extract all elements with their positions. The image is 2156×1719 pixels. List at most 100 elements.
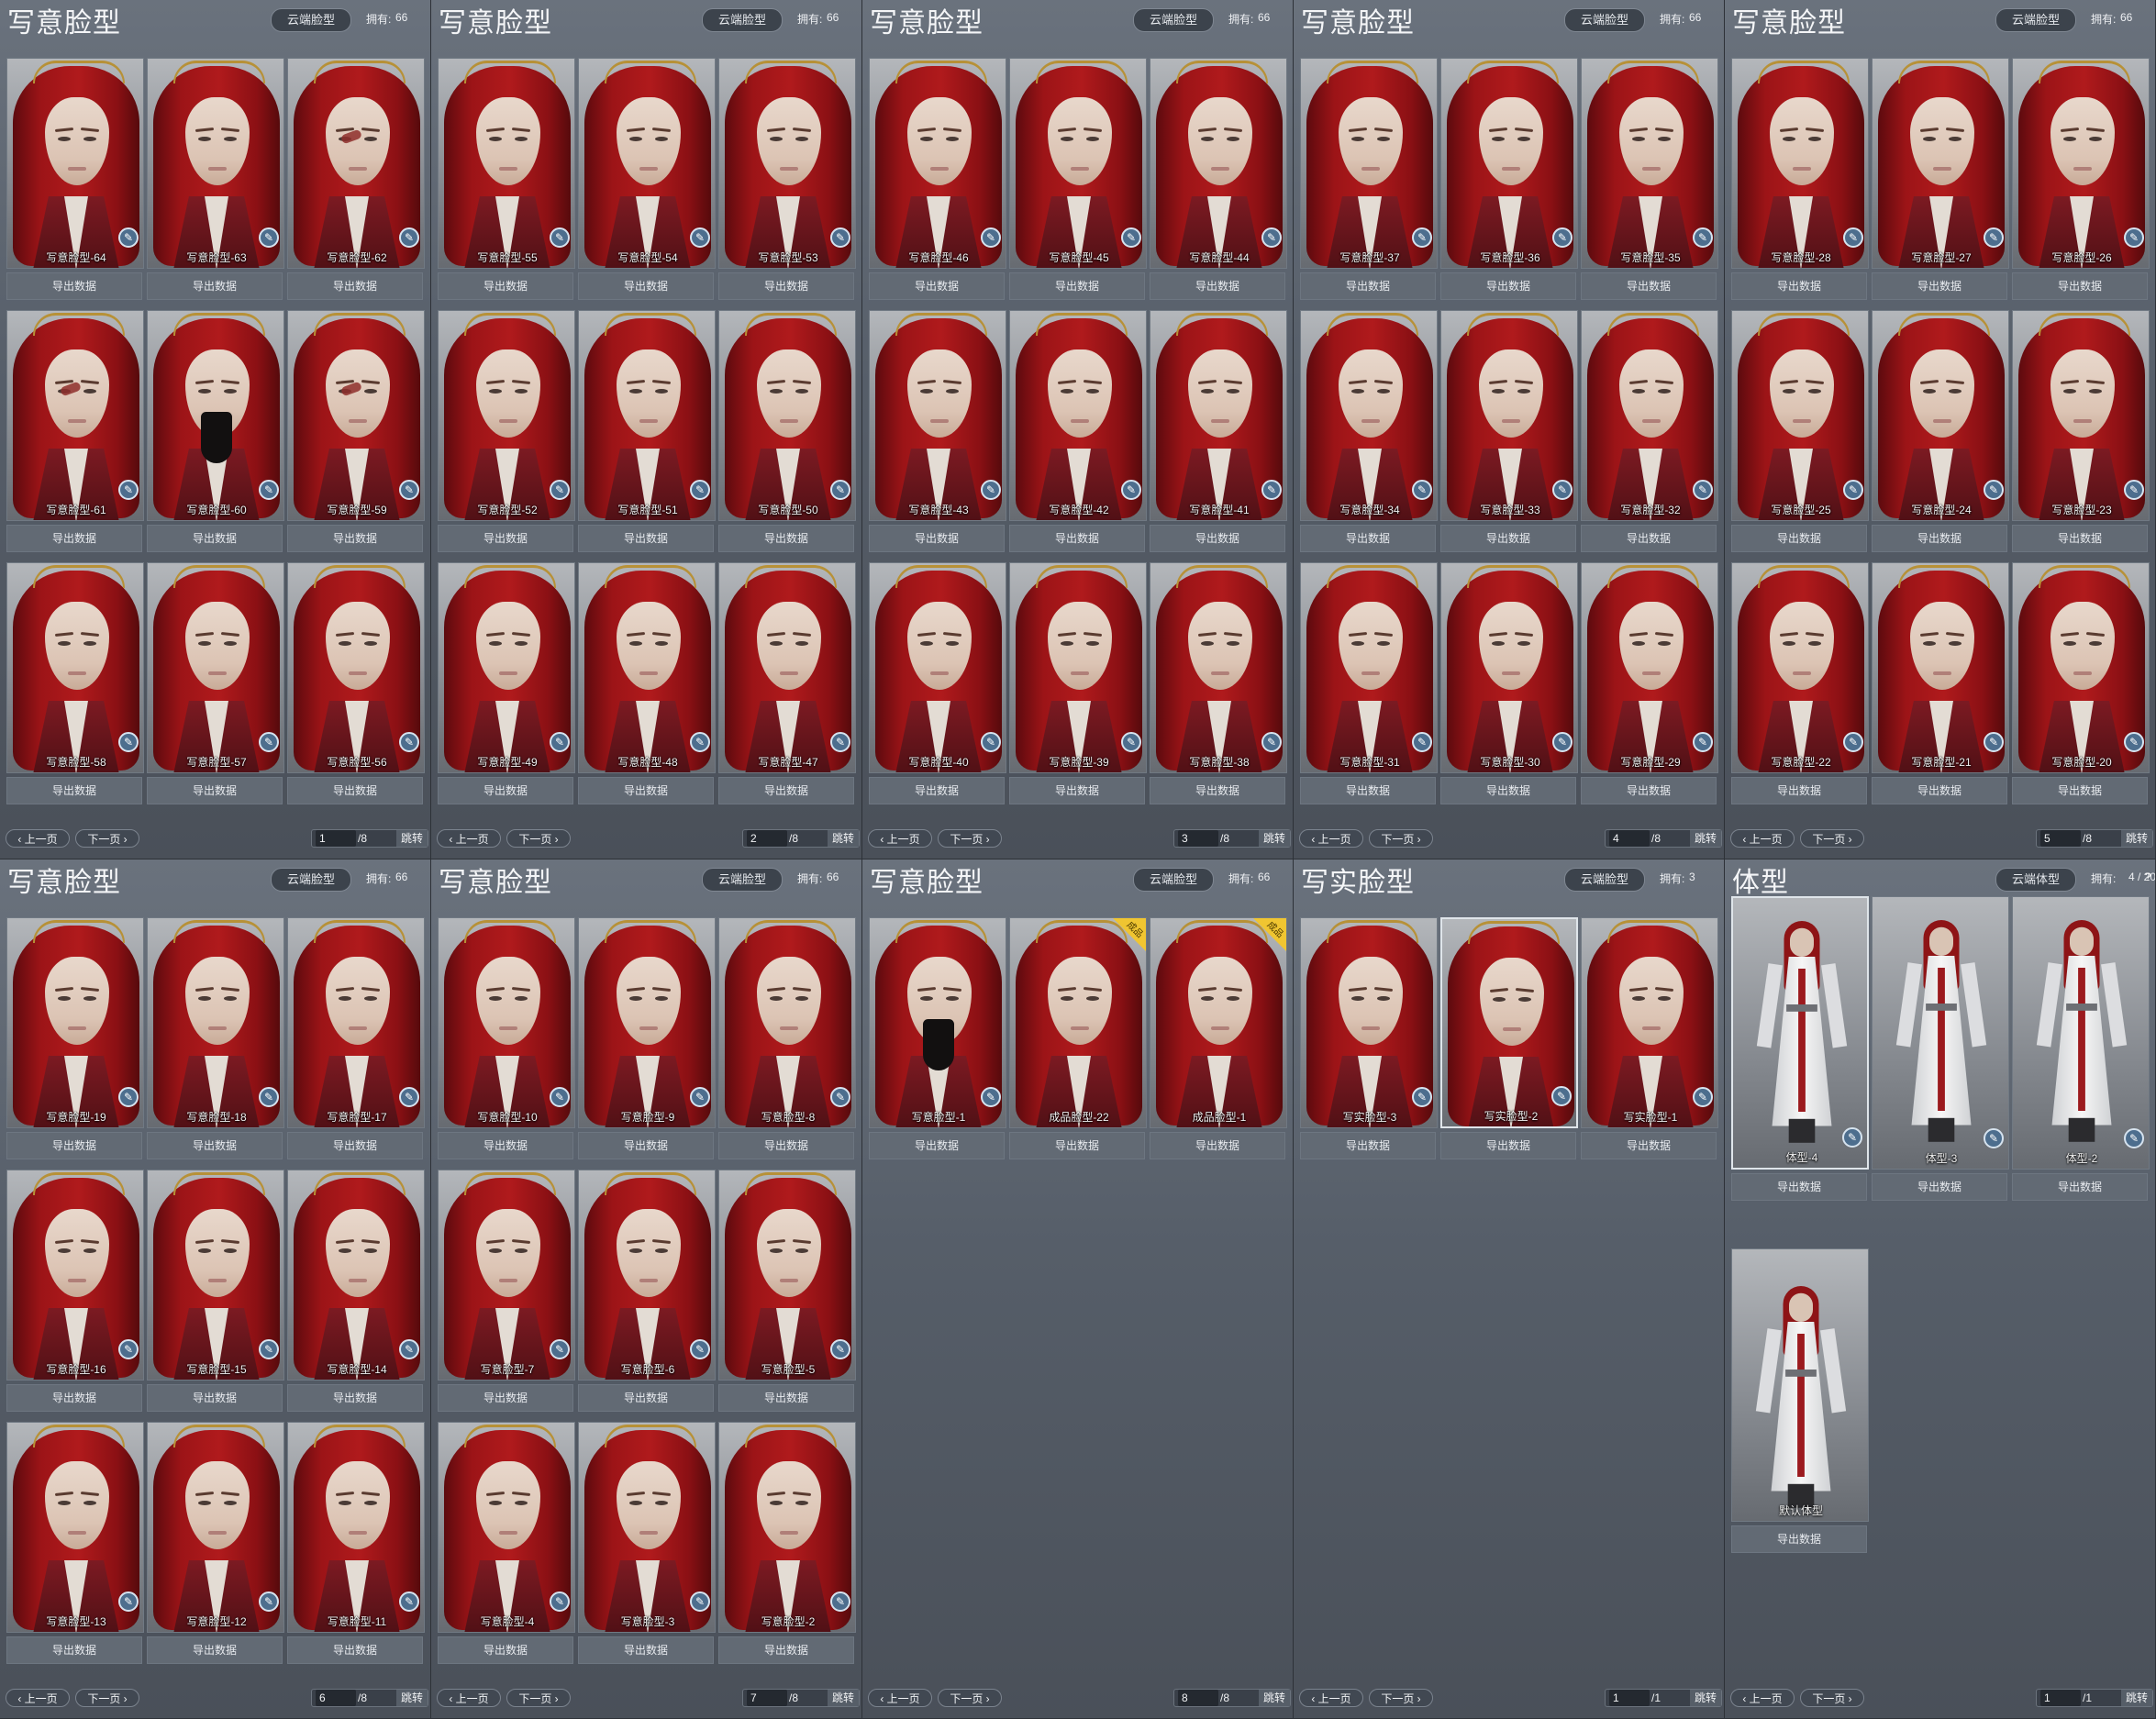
brush-icon[interactable]: ✎ xyxy=(399,227,419,248)
export-data-button[interactable]: 导出数据 xyxy=(287,1384,423,1412)
next-page-button[interactable]: 下一页 › xyxy=(506,829,571,848)
next-page-button[interactable]: 下一页 › xyxy=(1800,829,1864,848)
profile-card[interactable]: ✎ 写意脸型-63 导出数据 xyxy=(147,58,284,300)
export-data-button[interactable]: 导出数据 xyxy=(1872,272,2007,300)
profile-card[interactable]: ✎ 写意脸型-29 导出数据 xyxy=(1581,562,1718,804)
brush-icon[interactable]: ✎ xyxy=(690,732,710,752)
portrait-thumb[interactable]: ✎ 写意脸型-26 xyxy=(2012,58,2150,269)
prev-page-button[interactable]: ‹ 上一页 xyxy=(868,829,932,848)
page-input[interactable]: 5 xyxy=(2040,830,2081,847)
export-data-button[interactable]: 导出数据 xyxy=(578,272,714,300)
profile-card[interactable]: ✎ 写意脸型-20 导出数据 xyxy=(2012,562,2150,804)
prev-page-button[interactable]: ‹ 上一页 xyxy=(868,1689,932,1707)
export-data-button[interactable]: 导出数据 xyxy=(1731,525,1867,552)
portrait-thumb[interactable]: ✎ 写意脸型-36 xyxy=(1440,58,1578,269)
export-data-button[interactable]: 导出数据 xyxy=(1150,1132,1285,1159)
profile-card[interactable]: ✎ 写意脸型-6 导出数据 xyxy=(578,1170,716,1412)
export-data-button[interactable]: 导出数据 xyxy=(1009,777,1145,804)
export-data-button[interactable]: 导出数据 xyxy=(718,1636,854,1664)
export-data-button[interactable]: 导出数据 xyxy=(438,777,573,804)
profile-card[interactable]: ✎ 写意脸型-18 导出数据 xyxy=(147,917,284,1159)
export-data-button[interactable]: 导出数据 xyxy=(578,1384,714,1412)
brush-icon[interactable]: ✎ xyxy=(259,1591,279,1612)
next-page-button[interactable]: 下一页 › xyxy=(1800,1689,1864,1707)
brush-icon[interactable]: ✎ xyxy=(1412,227,1432,248)
brush-icon[interactable]: ✎ xyxy=(118,1591,139,1612)
portrait-thumb[interactable]: ✎ 写实脸型-2 xyxy=(1440,917,1578,1128)
profile-card[interactable]: ✎ 写意脸型-39 导出数据 xyxy=(1009,562,1147,804)
export-data-button[interactable]: 导出数据 xyxy=(2012,1173,2148,1201)
export-data-button[interactable]: 导出数据 xyxy=(1300,525,1436,552)
portrait-thumb[interactable]: ✎ 写意脸型-3 xyxy=(578,1422,716,1633)
brush-icon[interactable]: ✎ xyxy=(1984,1128,2004,1148)
export-data-button[interactable]: 导出数据 xyxy=(1440,1132,1576,1159)
brush-icon[interactable]: ✎ xyxy=(1984,480,2004,500)
profile-card[interactable]: ✎ 写意脸型-38 导出数据 xyxy=(1150,562,1287,804)
brush-icon[interactable]: ✎ xyxy=(550,1087,570,1107)
profile-card[interactable]: ✎ 写意脸型-14 导出数据 xyxy=(287,1170,425,1412)
page-input[interactable]: 6 xyxy=(316,1690,356,1706)
jump-button[interactable]: 跳转 xyxy=(1690,1690,1721,1706)
profile-card[interactable]: ✎ 体型-3 导出数据 xyxy=(1872,896,2009,1201)
page-input[interactable]: 1 xyxy=(1609,1690,1650,1706)
cloud-button[interactable]: 云端脸型 xyxy=(1564,868,1645,892)
brush-icon[interactable]: ✎ xyxy=(118,732,139,752)
profile-card[interactable]: ✎ 写意脸型-58 导出数据 xyxy=(6,562,144,804)
brush-icon[interactable]: ✎ xyxy=(259,480,279,500)
portrait-thumb[interactable]: ✎ 写意脸型-13 xyxy=(6,1422,144,1633)
profile-card[interactable]: ✎ 写意脸型-59 导出数据 xyxy=(287,310,425,552)
profile-card[interactable]: 默认体型 导出数据 xyxy=(1731,1248,1869,1553)
export-data-button[interactable]: 导出数据 xyxy=(1872,525,2007,552)
profile-card[interactable]: ✎ 写意脸型-52 导出数据 xyxy=(438,310,575,552)
export-data-button[interactable]: 导出数据 xyxy=(2012,777,2148,804)
profile-card[interactable]: ✎ 写意脸型-40 导出数据 xyxy=(869,562,1006,804)
brush-icon[interactable]: ✎ xyxy=(690,1339,710,1359)
profile-card[interactable]: ✎ 写实脸型-1 导出数据 xyxy=(1581,917,1718,1159)
brush-icon[interactable]: ✎ xyxy=(1261,732,1282,752)
brush-icon[interactable]: ✎ xyxy=(2124,732,2144,752)
jump-button[interactable]: 跳转 xyxy=(2121,830,2152,847)
portrait-thumb[interactable]: ✎ 写意脸型-33 xyxy=(1440,310,1578,521)
page-input[interactable]: 1 xyxy=(2040,1690,2081,1706)
export-data-button[interactable]: 导出数据 xyxy=(438,1132,573,1159)
portrait-thumb[interactable]: ✎ 写意脸型-52 xyxy=(438,310,575,521)
profile-card[interactable]: ✎ 写实脸型-2 导出数据 xyxy=(1440,917,1578,1159)
profile-card[interactable]: ✎ 写意脸型-57 导出数据 xyxy=(147,562,284,804)
next-page-button[interactable]: 下一页 › xyxy=(1369,829,1433,848)
portrait-thumb[interactable]: ✎ 体型-3 xyxy=(1872,896,2009,1170)
page-input[interactable]: 7 xyxy=(747,1690,787,1706)
brush-icon[interactable]: ✎ xyxy=(830,227,850,248)
portrait-thumb[interactable]: 成品 成品脸型-1 xyxy=(1150,917,1287,1128)
next-page-button[interactable]: 下一页 › xyxy=(75,829,139,848)
export-data-button[interactable]: 导出数据 xyxy=(578,777,714,804)
profile-card[interactable]: 成品 成品脸型-22 导出数据 xyxy=(1009,917,1147,1159)
jump-button[interactable]: 跳转 xyxy=(1690,830,1721,847)
portrait-thumb[interactable]: ✎ 写意脸型-15 xyxy=(147,1170,284,1381)
portrait-thumb[interactable]: ✎ 写意脸型-27 xyxy=(1872,58,2009,269)
portrait-thumb[interactable]: ✎ 写意脸型-5 xyxy=(718,1170,856,1381)
export-data-button[interactable]: 导出数据 xyxy=(147,525,283,552)
brush-icon[interactable]: ✎ xyxy=(830,732,850,752)
portrait-thumb[interactable]: ✎ 写意脸型-24 xyxy=(1872,310,2009,521)
profile-card[interactable]: ✎ 写意脸型-33 导出数据 xyxy=(1440,310,1578,552)
export-data-button[interactable]: 导出数据 xyxy=(578,1636,714,1664)
profile-card[interactable]: ✎ 写意脸型-7 导出数据 xyxy=(438,1170,575,1412)
brush-icon[interactable]: ✎ xyxy=(830,1339,850,1359)
profile-card[interactable]: ✎ 写意脸型-2 导出数据 xyxy=(718,1422,856,1664)
export-data-button[interactable]: 导出数据 xyxy=(1581,525,1717,552)
profile-card[interactable]: ✎ 写意脸型-24 导出数据 xyxy=(1872,310,2009,552)
profile-card[interactable]: ✎ 写意脸型-45 导出数据 xyxy=(1009,58,1147,300)
export-data-button[interactable]: 导出数据 xyxy=(578,525,714,552)
export-data-button[interactable]: 导出数据 xyxy=(6,1384,142,1412)
next-page-button[interactable]: 下一页 › xyxy=(938,829,1002,848)
next-page-button[interactable]: 下一页 › xyxy=(1369,1689,1433,1707)
profile-card[interactable]: ✎ 写意脸型-16 导出数据 xyxy=(6,1170,144,1412)
portrait-thumb[interactable]: ✎ 写意脸型-58 xyxy=(6,562,144,773)
brush-icon[interactable]: ✎ xyxy=(981,480,1001,500)
profile-card[interactable]: ✎ 写意脸型-10 导出数据 xyxy=(438,917,575,1159)
brush-icon[interactable]: ✎ xyxy=(1842,1127,1862,1148)
export-data-button[interactable]: 导出数据 xyxy=(438,272,573,300)
brush-icon[interactable]: ✎ xyxy=(1412,732,1432,752)
profile-card[interactable]: ✎ 写意脸型-37 导出数据 xyxy=(1300,58,1438,300)
brush-icon[interactable]: ✎ xyxy=(550,1339,570,1359)
